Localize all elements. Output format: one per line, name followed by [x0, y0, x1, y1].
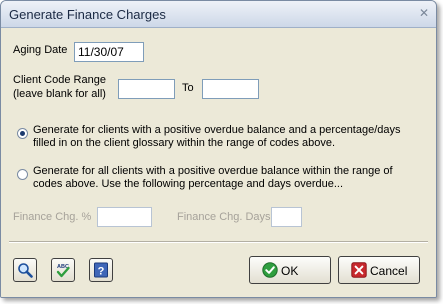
option-positive-glossary-line2: filled in on the client glossary within … — [33, 137, 336, 149]
ok-button[interactable]: OK — [249, 256, 331, 284]
client-range-to-field[interactable] — [202, 79, 259, 99]
client-range-hint: (leave blank for all) — [13, 88, 106, 100]
svg-text:?: ? — [98, 266, 105, 278]
finance-days-field[interactable] — [271, 207, 302, 227]
aging-date-field[interactable] — [74, 42, 144, 62]
finance-days-label: Finance Chg. Days — [177, 211, 271, 223]
client-range-from-field[interactable] — [118, 79, 175, 99]
finance-pct-field[interactable] — [97, 207, 152, 227]
cancel-button[interactable]: Cancel — [338, 256, 420, 284]
option-all-clients-line1: Generate for all clients with a positive… — [33, 165, 393, 177]
title-bar[interactable]: Generate Finance Charges ✕ — [1, 1, 436, 28]
aging-date-label: Aging Date — [13, 44, 68, 56]
client-range-to-label: To — [182, 82, 194, 94]
dialog-body: Aging Date Client Code Range (leave blan… — [1, 28, 436, 297]
magnifier-icon — [18, 263, 33, 278]
option-positive-glossary-radio[interactable] — [17, 128, 28, 139]
separator — [9, 241, 428, 243]
spell-check-icon: ABC — [56, 264, 70, 278]
option-all-clients-radio[interactable] — [17, 169, 28, 180]
spell-check-button[interactable]: ABC — [51, 258, 75, 282]
client-range-label: Client Code Range — [13, 74, 106, 86]
close-icon[interactable]: ✕ — [417, 6, 431, 20]
cancel-x-icon — [351, 262, 367, 278]
option-positive-glossary-line1: Generate for clients with a positive ove… — [33, 124, 401, 136]
dialog-title: Generate Finance Charges — [9, 7, 166, 22]
option-all-clients-line2: codes above. Use the following percentag… — [33, 178, 344, 190]
help-icon: ? — [94, 262, 108, 278]
search-button[interactable] — [13, 258, 37, 282]
finance-charges-dialog: Generate Finance Charges ✕ Aging Date Cl… — [0, 0, 437, 298]
help-button[interactable]: ? — [89, 258, 113, 282]
finance-pct-label: Finance Chg. % — [13, 211, 92, 223]
cancel-label: Cancel — [370, 264, 408, 278]
ok-label: OK — [281, 264, 299, 278]
check-icon — [262, 262, 278, 278]
